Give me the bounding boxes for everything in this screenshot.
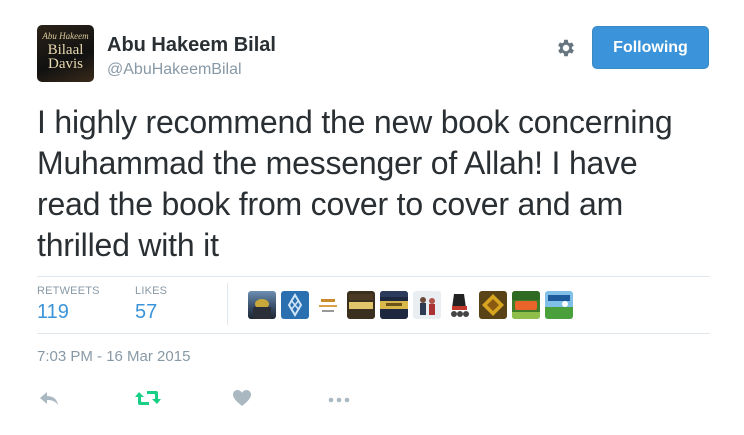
more-options-icon[interactable]: [326, 388, 352, 410]
likes-count: 57: [135, 301, 158, 323]
liker-avatar-5[interactable]: [380, 291, 408, 319]
liker-avatar-1[interactable]: [248, 291, 276, 319]
retweets-count: 119: [37, 301, 69, 323]
following-button[interactable]: Following: [592, 26, 709, 69]
liker-avatar-7[interactable]: [446, 291, 474, 319]
likes-label: LIKES: [135, 285, 168, 297]
likes-stat[interactable]: LIKES 57: [135, 285, 167, 324]
liker-avatar-4[interactable]: [347, 291, 375, 319]
avatar-text-line-1: Abu Hakeem: [42, 31, 89, 41]
retweets-stat[interactable]: RETWEETS 119: [37, 285, 100, 324]
liker-avatar-2[interactable]: [281, 291, 309, 319]
user-handle[interactable]: @AbuHakeemBilal: [107, 61, 242, 79]
tweet-timestamp[interactable]: 7:03 PM - 16 Mar 2015: [37, 348, 190, 365]
liker-avatars: [248, 291, 573, 319]
avatar-text-line-2: Bilaal: [47, 42, 84, 58]
user-avatar[interactable]: Abu Hakeem Bilaal Davis: [37, 25, 94, 82]
liker-avatar-3[interactable]: [314, 291, 342, 319]
stats-bottom-divider: [37, 333, 710, 334]
retweet-icon[interactable]: [134, 388, 162, 410]
liker-avatar-10[interactable]: [545, 291, 573, 319]
user-display-name[interactable]: Abu Hakeem Bilal: [107, 34, 276, 57]
heart-icon[interactable]: [232, 388, 252, 410]
tweet-text: I highly recommend the new book concerni…: [37, 104, 673, 263]
reply-icon[interactable]: [38, 388, 60, 410]
stats-top-divider: [37, 276, 710, 277]
stats-separator: [227, 283, 228, 325]
liker-avatar-8[interactable]: [479, 291, 507, 319]
liker-avatar-6[interactable]: [413, 291, 441, 319]
gear-icon[interactable]: [555, 37, 577, 59]
liker-avatar-9[interactable]: [512, 291, 540, 319]
retweets-label: RETWEETS: [37, 285, 100, 297]
avatar-text-line-3: Davis: [48, 56, 83, 72]
